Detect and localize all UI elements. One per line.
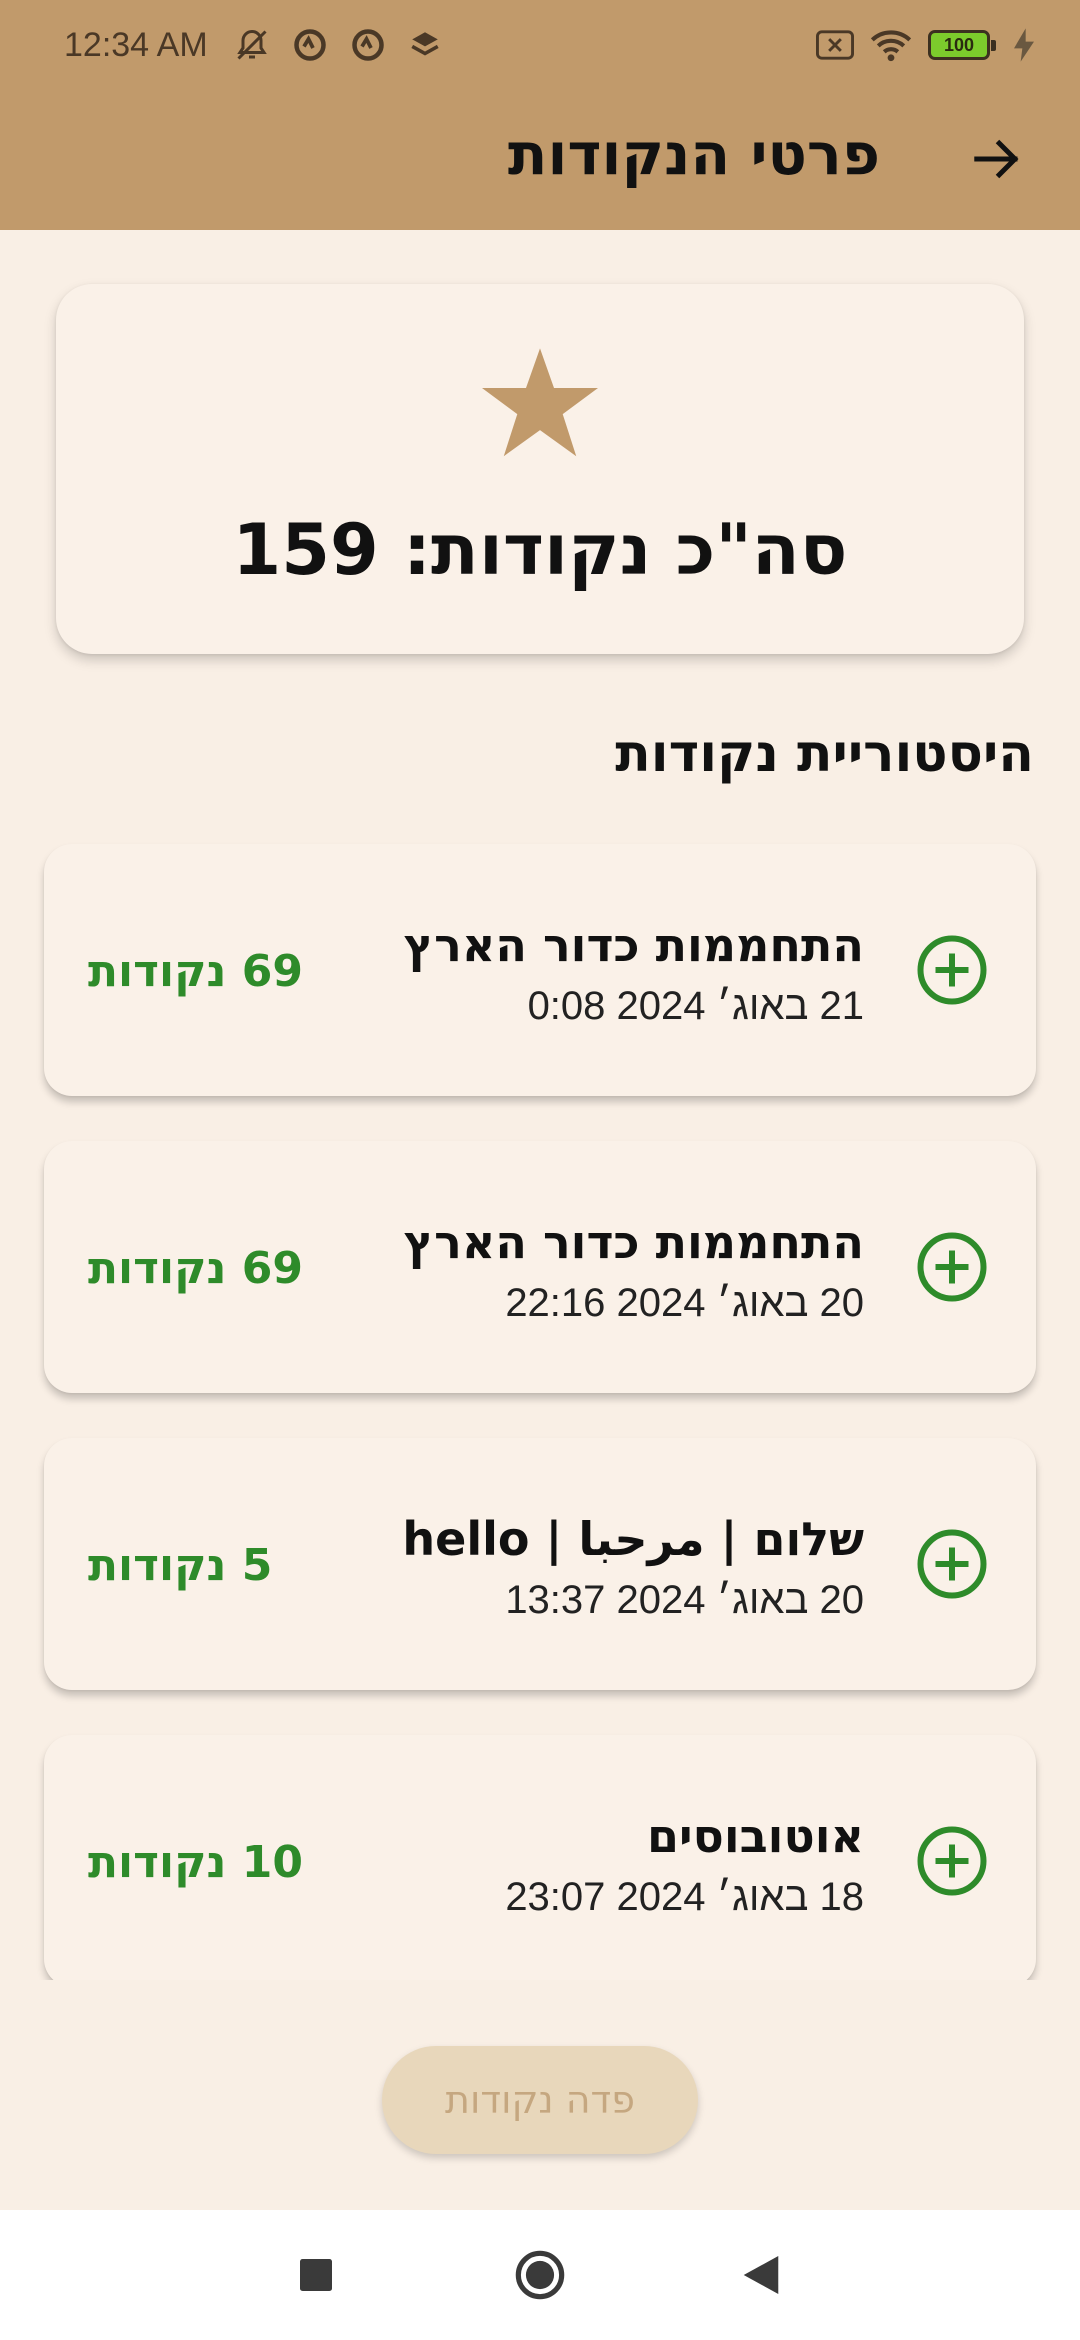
battery-icon: 100 xyxy=(928,30,996,60)
redeem-points-button[interactable]: פדה נקודות xyxy=(382,2046,698,2154)
add-circle-icon xyxy=(917,1232,987,1302)
home-circle-icon xyxy=(515,2250,565,2300)
item-date: 18 באוג׳ 2024 23:07 xyxy=(505,1875,864,1919)
back-triangle-icon xyxy=(743,2256,779,2294)
item-points: 10 נקודות xyxy=(88,1837,304,1888)
item-date: 21 באוג׳ 2024 0:08 xyxy=(527,984,864,1028)
list-item[interactable]: התחממות כדור הארץ 20 באוג׳ 2024 22:16 69… xyxy=(44,1141,1036,1393)
system-nav-bar xyxy=(0,2210,1080,2340)
item-date: 20 באוג׳ 2024 13:37 xyxy=(505,1578,864,1622)
page-title: פרטי הנקודות xyxy=(507,120,880,188)
total-points-label: סה"כ נקודות: 159 xyxy=(232,509,848,591)
system-back-button[interactable] xyxy=(735,2240,787,2310)
layers-icon xyxy=(408,28,442,62)
back-button[interactable] xyxy=(964,126,1030,192)
app-notification-icon xyxy=(292,27,328,63)
item-points: 69 נקודות xyxy=(88,946,304,997)
add-circle-icon xyxy=(917,1826,987,1896)
item-date: 20 באוג׳ 2024 22:16 xyxy=(505,1281,864,1325)
charging-bolt-icon xyxy=(1014,28,1034,62)
add-circle-icon xyxy=(917,935,987,1005)
history-list[interactable]: התחממות כדור הארץ 21 באוג׳ 2024 0:08 69 … xyxy=(0,830,1080,1980)
item-name: שלום | مرحبا | hello xyxy=(402,1512,864,1566)
no-sim-icon xyxy=(816,30,854,60)
muted-bell-icon xyxy=(234,27,270,63)
item-points: 69 נקודות xyxy=(88,1243,304,1294)
status-time: 12:34 AM xyxy=(64,25,208,64)
arrow-right-icon xyxy=(974,139,1019,179)
item-name: התחממות כדור הארץ xyxy=(403,918,864,972)
home-button[interactable] xyxy=(510,2240,570,2310)
item-name: אוטובוסים xyxy=(647,1809,864,1863)
list-item[interactable]: שלום | مرحبا | hello 20 באוג׳ 2024 13:37… xyxy=(44,1438,1036,1690)
total-points-card: סה"כ נקודות: 159 xyxy=(56,284,1024,654)
list-item[interactable]: אוטובוסים 18 באוג׳ 2024 23:07 10 נקודות xyxy=(44,1735,1036,1980)
recents-button[interactable] xyxy=(290,2240,342,2310)
status-bar: 12:34 AM 100 xyxy=(0,0,1080,90)
app-notification-icon xyxy=(350,27,386,63)
wifi-icon xyxy=(870,28,912,62)
add-circle-icon xyxy=(917,1529,987,1599)
app-bar: פרטי הנקודות xyxy=(0,90,1080,230)
list-item[interactable]: התחממות כדור הארץ 21 באוג׳ 2024 0:08 69 … xyxy=(44,844,1036,1096)
history-title: היסטוריית נקודות xyxy=(615,724,1034,784)
item-points: 5 נקודות xyxy=(88,1540,273,1591)
item-name: התחממות כדור הארץ xyxy=(403,1215,864,1269)
star-icon xyxy=(482,348,598,457)
recents-square-icon xyxy=(300,2259,332,2291)
status-bar-right: 100 xyxy=(816,28,1034,62)
status-bar-left: 12:34 AM xyxy=(64,26,442,65)
